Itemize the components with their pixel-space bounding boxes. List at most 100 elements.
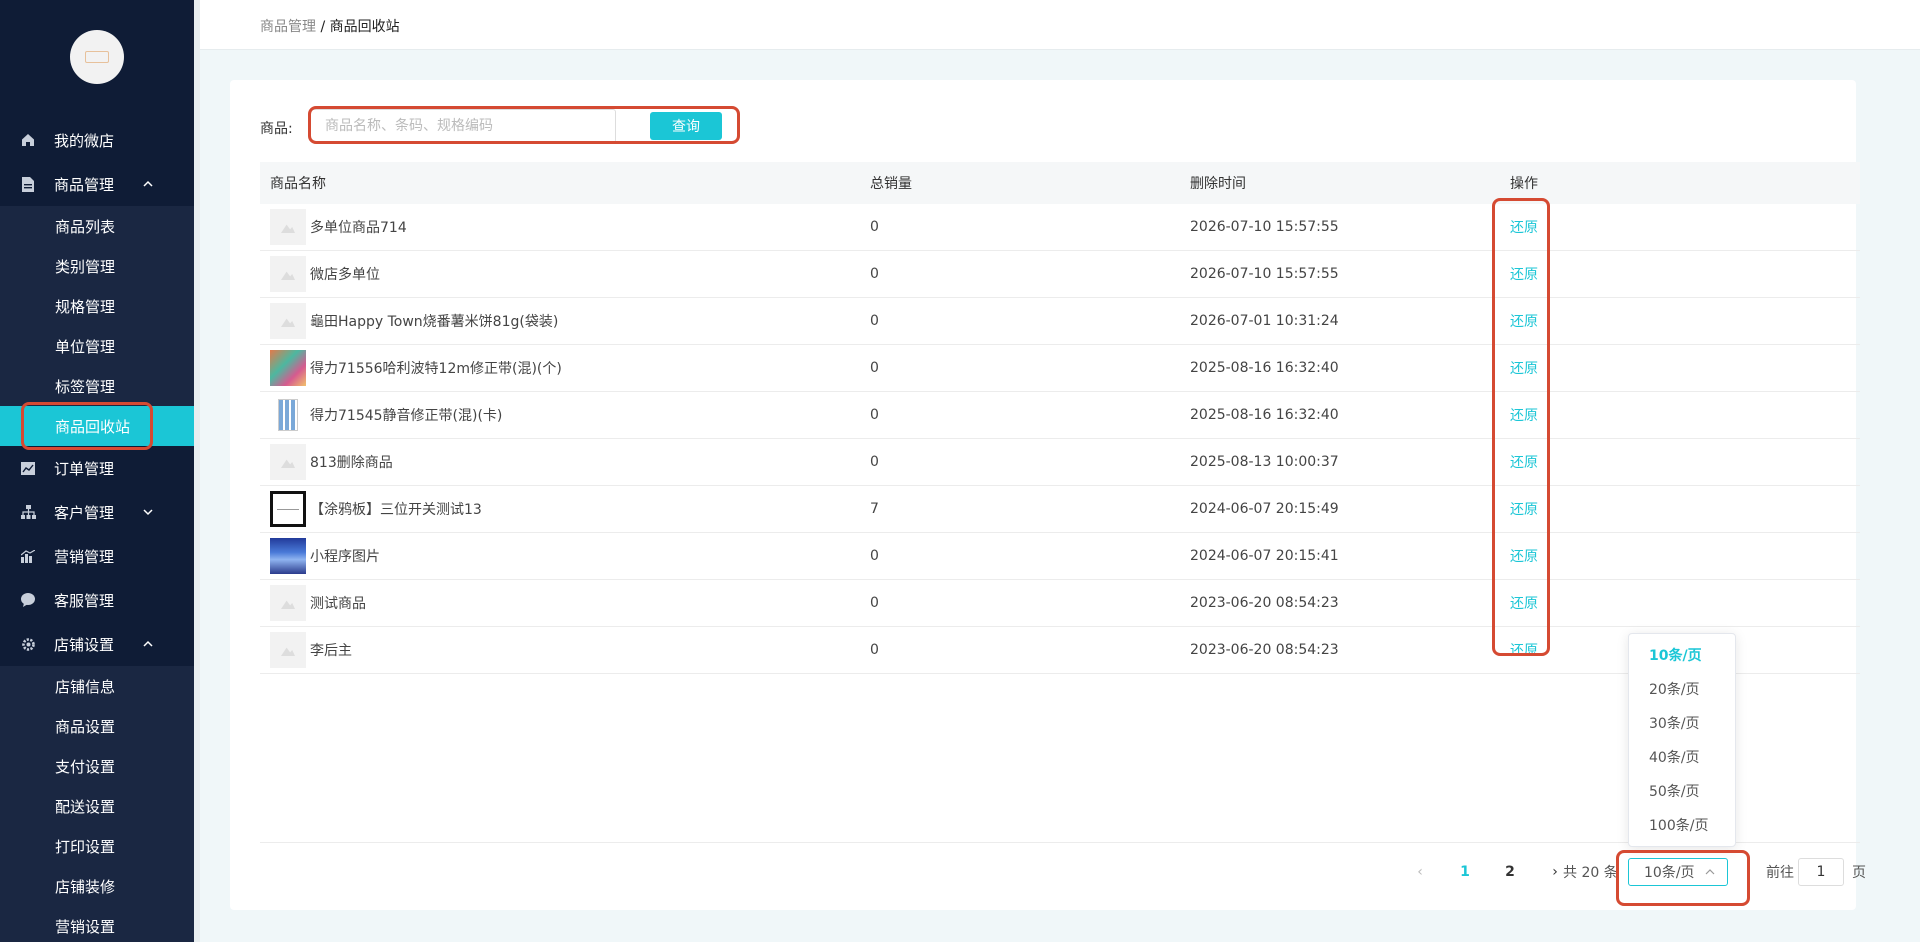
sidebar-item-spec[interactable]: 规格管理	[0, 286, 194, 326]
product-thumbnail	[270, 444, 306, 480]
restore-button[interactable]: 还原	[1510, 502, 1538, 518]
sidebar-item-label: 订单管理	[54, 459, 115, 478]
table-row: 李后主 0 2023-06-20 08:54:23 还原	[260, 627, 1860, 674]
sidebar-item-marketing[interactable]: 营销管理	[0, 534, 194, 578]
chart-icon	[20, 460, 36, 476]
sidebar-item-payment-settings[interactable]: 支付设置	[0, 746, 194, 786]
top-bar: 商品管理 / 商品回收站	[200, 0, 1920, 50]
table-body: 多单位商品714 0 2026-07-10 15:57:55 还原 微店多单位 0 2026…	[260, 204, 1860, 674]
page-size-option[interactable]: 40条/页	[1629, 740, 1735, 774]
search-label: 商品:	[260, 121, 293, 137]
sidebar-item-print-settings[interactable]: 打印设置	[0, 826, 194, 866]
sidebar-item-shop-settings[interactable]: 店铺设置	[0, 622, 194, 666]
cell-delete-time: 2025-08-16 16:32:40	[1190, 407, 1339, 423]
cell-sales: 0	[870, 454, 879, 470]
sidebar-item-category[interactable]: 类别管理	[0, 246, 194, 286]
product-name: 龜田Happy Town烧番薯米饼81g(袋装)	[310, 314, 559, 330]
cell-delete-time: 2024-06-07 20:15:49	[1190, 501, 1339, 517]
sidebar-item-my-shop[interactable]: 我的微店	[0, 118, 194, 162]
page-size-option[interactable]: 30条/页	[1629, 706, 1735, 740]
cell-sales: 7	[870, 501, 879, 517]
home-icon	[20, 132, 36, 148]
cell-delete-time: 2026-07-10 15:57:55	[1190, 219, 1339, 235]
restore-button[interactable]: 还原	[1510, 314, 1538, 330]
chevron-up-icon	[1705, 869, 1715, 875]
cell-sales: 0	[870, 313, 879, 329]
product-name: 多单位商品714	[310, 220, 407, 236]
chevron-down-icon	[143, 509, 153, 516]
cell-operation: 还原	[1500, 499, 1860, 519]
sidebar-item-customers[interactable]: 客户管理	[0, 490, 194, 534]
cell-delete-time: 2024-06-07 20:15:41	[1190, 548, 1339, 564]
sidebar-item-delivery-settings[interactable]: 配送设置	[0, 786, 194, 826]
sidebar-item-shop-info[interactable]: 店铺信息	[0, 666, 194, 706]
product-name: 813删除商品	[310, 455, 393, 471]
chevron-up-icon	[143, 640, 153, 647]
product-name: 测试商品	[310, 596, 366, 612]
product-thumbnail	[270, 397, 306, 433]
page-size-dropdown: 10条/页 20条/页 30条/页 40条/页 50条/页 100条/页	[1628, 633, 1736, 847]
page-2-button[interactable]: 2	[1500, 858, 1520, 886]
page-size-option[interactable]: 100条/页	[1629, 808, 1735, 842]
cell-name: 龜田Happy Town烧番薯米饼81g(袋装)	[260, 303, 860, 339]
breadcrumb-parent[interactable]: 商品管理	[260, 19, 316, 35]
sidebar-item-goods-list[interactable]: 商品列表	[0, 206, 194, 246]
cell-sales: 0	[870, 266, 879, 282]
divider	[260, 842, 1860, 843]
sidebar-scrollbar[interactable]	[194, 0, 200, 942]
cell-delete-time: 2025-08-13 10:00:37	[1190, 454, 1339, 470]
sidebar-item-marketing-settings[interactable]: 营销设置	[0, 906, 194, 942]
sidebar-item-service[interactable]: 客服管理	[0, 578, 194, 622]
cell-operation: 还原	[1500, 217, 1860, 237]
cell-name: 测试商品	[260, 585, 860, 621]
chevron-up-icon	[143, 180, 153, 187]
cell-name: 小程序图片	[260, 538, 860, 574]
breadcrumb-current: 商品回收站	[329, 19, 400, 35]
sidebar-item-orders[interactable]: 订单管理	[0, 446, 194, 490]
page-size-option[interactable]: 50条/页	[1629, 774, 1735, 808]
sidebar-item-goods[interactable]: 商品管理	[0, 162, 194, 206]
page-size-value: 10条/页	[1644, 865, 1695, 881]
cell-name: 【涂鸦板】三位开关测试13	[260, 491, 860, 527]
restore-button[interactable]: 还原	[1510, 549, 1538, 565]
goto-label: 前往	[1766, 865, 1794, 881]
query-button[interactable]: 查询	[650, 112, 722, 140]
table-row: 【涂鸦板】三位开关测试13 7 2024-06-07 20:15:49 还原	[260, 486, 1860, 533]
restore-button[interactable]: 还原	[1510, 267, 1538, 283]
product-thumbnail	[270, 585, 306, 621]
sidebar-item-goods-settings[interactable]: 商品设置	[0, 706, 194, 746]
product-name: 【涂鸦板】三位开关测试13	[310, 502, 482, 518]
page-size-option[interactable]: 20条/页	[1629, 672, 1735, 706]
document-icon	[20, 176, 36, 192]
shop-logo[interactable]	[70, 30, 124, 84]
sidebar-item-recycle-bin[interactable]: 商品回收站	[0, 406, 194, 446]
restore-button[interactable]: 还原	[1510, 455, 1538, 471]
prev-page-button[interactable]: ‹	[1410, 858, 1430, 886]
sidebar-item-label: 营销管理	[54, 547, 115, 566]
main-card: 商品: 查询 商品名称 总销量 删除时间 操作 多单位商品714 0 2026-07…	[230, 80, 1866, 910]
recycle-table: 商品名称 总销量 删除时间 操作 多单位商品714 0 2026-07-10 15:…	[260, 162, 1860, 674]
next-page-button[interactable]: ›	[1545, 858, 1565, 886]
cell-sales: 0	[870, 548, 879, 564]
restore-button[interactable]: 还原	[1510, 220, 1538, 236]
table-row: 813删除商品 0 2025-08-13 10:00:37 还原	[260, 439, 1860, 486]
product-thumbnail	[270, 303, 306, 339]
restore-button[interactable]: 还原	[1510, 643, 1538, 659]
sidebar-item-unit[interactable]: 单位管理	[0, 326, 194, 366]
page-size-option[interactable]: 10条/页	[1629, 638, 1735, 672]
sidebar-item-shop-decoration[interactable]: 店铺装修	[0, 866, 194, 906]
goto-page-input[interactable]: 1	[1798, 858, 1844, 886]
page-size-select[interactable]: 10条/页	[1628, 858, 1728, 886]
page-1-button[interactable]: 1	[1455, 858, 1475, 886]
restore-button[interactable]: 还原	[1510, 361, 1538, 377]
header-name: 商品名称	[270, 176, 326, 192]
product-name: 得力71545静音修正带(混)(卡)	[310, 408, 503, 424]
restore-button[interactable]: 还原	[1510, 596, 1538, 612]
cell-delete-time: 2023-06-20 08:54:23	[1190, 595, 1339, 611]
sidebar-item-tag[interactable]: 标签管理	[0, 366, 194, 406]
search-input[interactable]	[311, 110, 617, 142]
product-thumbnail	[270, 538, 306, 574]
cell-delete-time: 2023-06-20 08:54:23	[1190, 642, 1339, 658]
product-name: 得力71556哈利波特12m修正带(混)(个)	[310, 361, 562, 377]
restore-button[interactable]: 还原	[1510, 408, 1538, 424]
